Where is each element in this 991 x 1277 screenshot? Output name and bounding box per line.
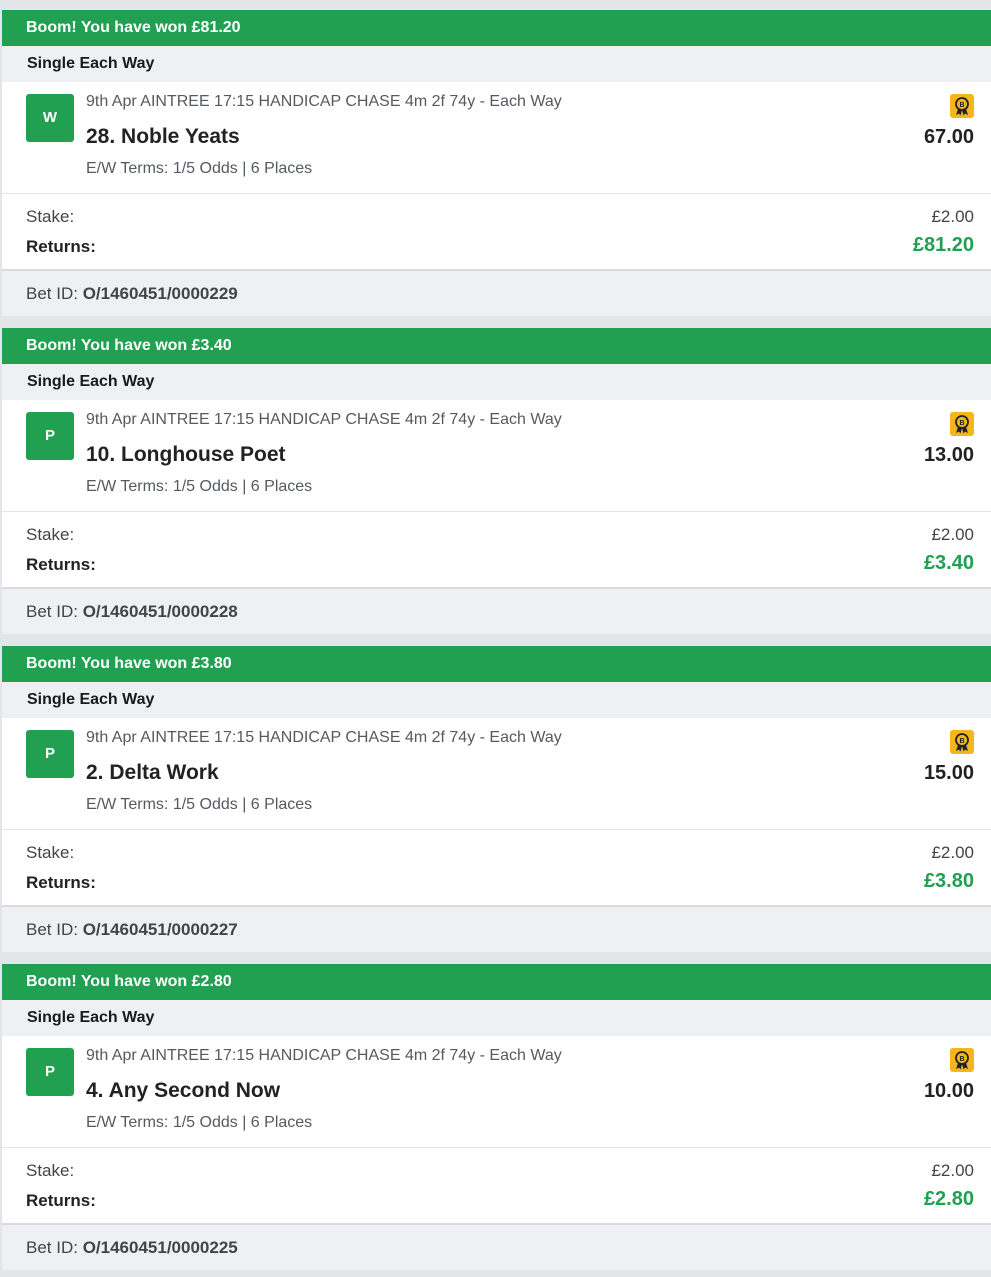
bet-id-row: Bet ID: O/1460451/0000228 xyxy=(2,589,991,634)
runner-name: 2. Delta Work xyxy=(86,761,219,784)
result-badge: P xyxy=(26,730,74,778)
bet-id-value: O/1460451/0000225 xyxy=(82,1238,238,1257)
stake-returns-block: Stake: £2.00 Returns: £3.80 xyxy=(2,830,991,907)
event-description: 9th Apr AINTREE 17:15 HANDICAP CHASE 4m … xyxy=(86,93,562,110)
each-way-terms: E/W Terms: 1/5 Odds | 6 Places xyxy=(86,160,313,177)
bet-id-row: Bet ID: O/1460451/0000225 xyxy=(2,1225,991,1270)
stake-value: £2.00 xyxy=(931,843,974,862)
stake-value: £2.00 xyxy=(931,207,974,226)
bet-type-label: Single Each Way xyxy=(2,46,991,82)
bet-id-label: Bet ID: xyxy=(26,920,78,939)
stake-label: Stake: xyxy=(26,525,75,544)
stake-returns-block: Stake: £2.00 Returns: £3.40 xyxy=(2,512,991,589)
win-banner: Boom! You have won £81.20 xyxy=(2,10,991,46)
stake-returns-block: Stake: £2.00 Returns: £81.20 xyxy=(2,194,991,271)
runner-name: 10. Longhouse Poet xyxy=(86,443,286,466)
boost-badge-icon: B xyxy=(950,412,974,436)
bet-type-label: Single Each Way xyxy=(2,364,991,400)
event-description: 9th Apr AINTREE 17:15 HANDICAP CHASE 4m … xyxy=(86,729,562,746)
boost-badge-icon: B xyxy=(950,730,974,754)
bet-id-row: Bet ID: O/1460451/0000227 xyxy=(2,907,991,952)
event-description: 9th Apr AINTREE 17:15 HANDICAP CHASE 4m … xyxy=(86,1047,562,1064)
svg-text:B: B xyxy=(959,1056,964,1063)
bet-id-value: O/1460451/0000227 xyxy=(82,920,238,939)
each-way-terms: E/W Terms: 1/5 Odds | 6 Places xyxy=(86,1114,313,1131)
stake-label: Stake: xyxy=(26,843,75,862)
svg-text:B: B xyxy=(959,102,964,109)
bet-type-label: Single Each Way xyxy=(2,682,991,718)
returns-label: Returns: xyxy=(26,1191,96,1210)
returns-label: Returns: xyxy=(26,555,96,574)
returns-value: £81.20 xyxy=(912,234,974,256)
bet-card: Boom! You have won £3.40 Single Each Way… xyxy=(2,328,991,634)
bet-id-value: O/1460451/0000228 xyxy=(82,602,238,621)
svg-text:B: B xyxy=(959,738,964,745)
selection-row[interactable]: P 9th Apr AINTREE 17:15 HANDICAP CHASE 4… xyxy=(2,1036,991,1147)
bet-id-value: O/1460451/0000229 xyxy=(82,284,238,303)
returns-label: Returns: xyxy=(26,873,96,892)
odds-value: 67.00 xyxy=(923,126,974,148)
stake-value: £2.00 xyxy=(931,525,974,544)
stake-returns-block: Stake: £2.00 Returns: £2.80 xyxy=(2,1148,991,1225)
selection-row[interactable]: P 9th Apr AINTREE 17:15 HANDICAP CHASE 4… xyxy=(2,718,991,829)
win-banner: Boom! You have won £3.80 xyxy=(2,646,991,682)
odds-value: 13.00 xyxy=(923,444,974,466)
bet-id-label: Bet ID: xyxy=(26,1238,78,1257)
win-banner: Boom! You have won £3.40 xyxy=(2,328,991,364)
stake-value: £2.00 xyxy=(931,1161,974,1180)
settled-bets-list: Boom! You have won £81.20 Single Each Wa… xyxy=(0,0,991,1277)
event-description: 9th Apr AINTREE 17:15 HANDICAP CHASE 4m … xyxy=(86,411,562,428)
selection-row[interactable]: P 9th Apr AINTREE 17:15 HANDICAP CHASE 4… xyxy=(2,400,991,511)
odds-value: 15.00 xyxy=(923,762,974,784)
win-banner: Boom! You have won £2.80 xyxy=(2,964,991,1000)
boost-badge-icon: B xyxy=(950,94,974,118)
result-badge: W xyxy=(26,94,74,142)
each-way-terms: E/W Terms: 1/5 Odds | 6 Places xyxy=(86,796,313,813)
bet-card: Boom! You have won £3.80 Single Each Way… xyxy=(2,646,991,952)
boost-badge-icon: B xyxy=(950,1048,974,1072)
bet-id-label: Bet ID: xyxy=(26,602,78,621)
returns-value: £3.40 xyxy=(923,552,974,574)
selection-row[interactable]: W 9th Apr AINTREE 17:15 HANDICAP CHASE 4… xyxy=(2,82,991,193)
odds-value: 10.00 xyxy=(923,1080,974,1102)
bet-type-label: Single Each Way xyxy=(2,1000,991,1036)
bet-card: Boom! You have won £81.20 Single Each Wa… xyxy=(2,10,991,316)
svg-text:B: B xyxy=(959,420,964,427)
bet-id-label: Bet ID: xyxy=(26,284,78,303)
bet-card: Boom! You have won £2.80 Single Each Way… xyxy=(2,964,991,1270)
stake-label: Stake: xyxy=(26,1161,75,1180)
bet-id-row: Bet ID: O/1460451/0000229 xyxy=(2,271,991,316)
runner-name: 28. Noble Yeats xyxy=(86,125,240,148)
returns-value: £3.80 xyxy=(923,870,974,892)
result-badge: P xyxy=(26,1048,74,1096)
returns-label: Returns: xyxy=(26,237,96,256)
runner-name: 4. Any Second Now xyxy=(86,1079,281,1102)
stake-label: Stake: xyxy=(26,207,75,226)
result-badge: P xyxy=(26,412,74,460)
returns-value: £2.80 xyxy=(923,1188,974,1210)
each-way-terms: E/W Terms: 1/5 Odds | 6 Places xyxy=(86,478,313,495)
